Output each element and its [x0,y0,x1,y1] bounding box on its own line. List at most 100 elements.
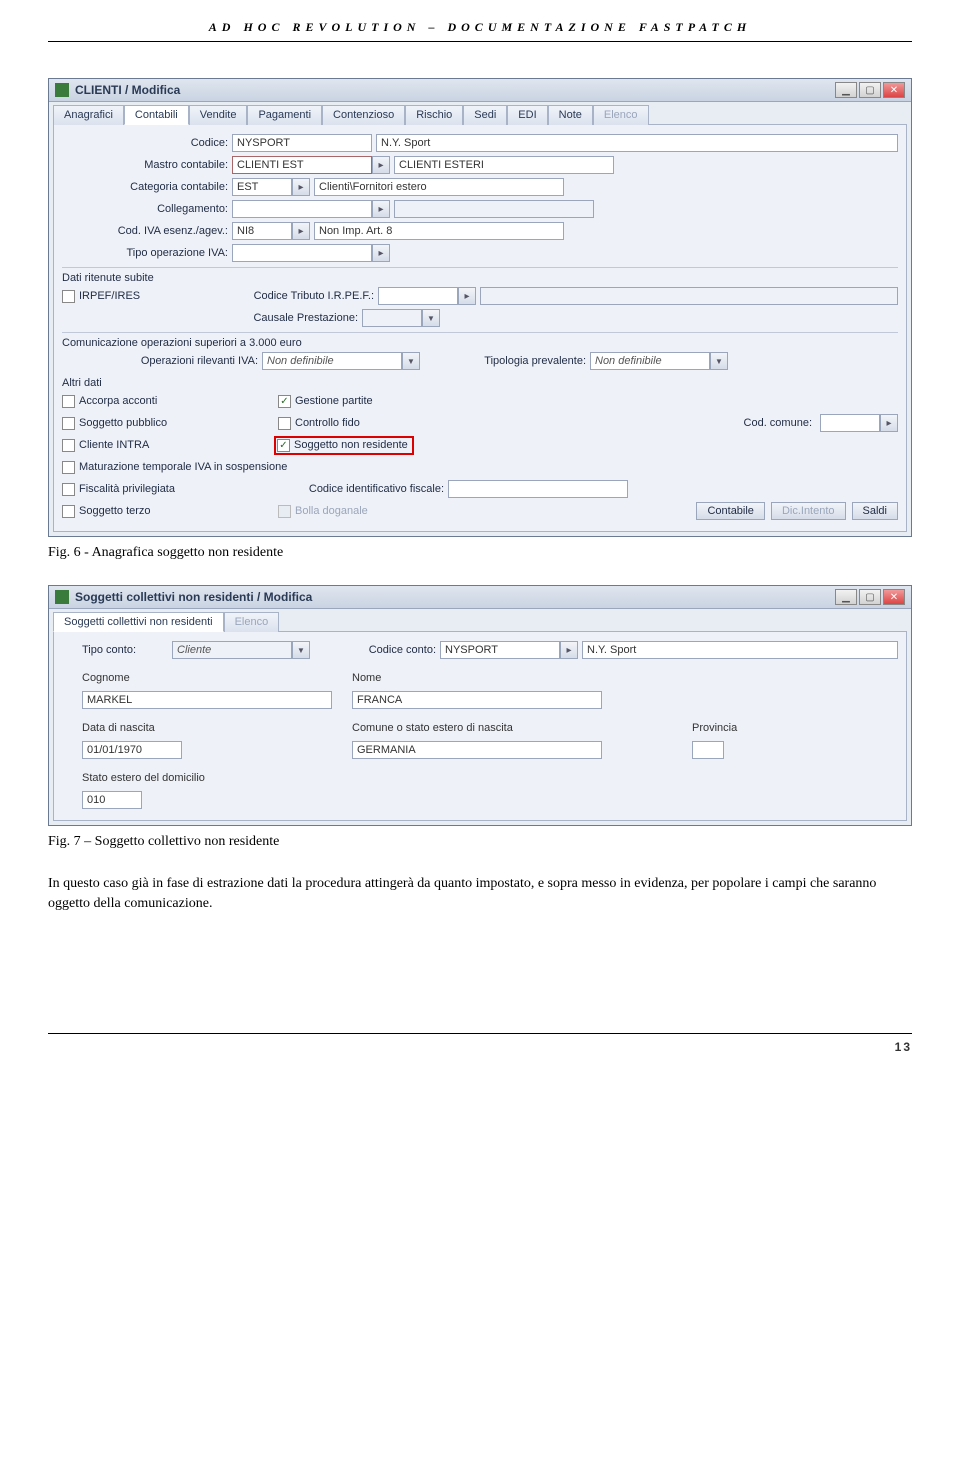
label-codiceconto: Codice conto: [350,644,440,656]
fiscpriv-label: Fiscalità privilegiata [79,483,175,495]
codice-desc: N.Y. Sport [376,134,898,152]
label-categoria: Categoria contabile: [62,181,232,193]
codiceconto-desc: N.Y. Sport [582,641,898,659]
label-codiva: Cod. IVA esenz./agev.: [62,225,232,237]
tab-vendite[interactable]: Vendite [189,105,248,125]
mastro-lookup[interactable]: ▸ [372,156,390,174]
saldi-button[interactable]: Saldi [852,502,898,520]
codcomune-input[interactable] [820,414,880,432]
codiceconto-input[interactable]: NYSPORT [440,641,560,659]
oprilevanti-select[interactable]: Non definibile [262,352,402,370]
codcomune-lookup[interactable]: ▸ [880,414,898,432]
causale-input[interactable] [362,309,422,327]
accorpa-checkbox[interactable]: Accorpa acconti [62,395,262,408]
tab-elenco[interactable]: Elenco [593,105,649,125]
body-paragraph: In questo caso già in fase di estrazione… [48,874,912,913]
section-ritenute: Dati ritenute subite [62,267,898,284]
nome-input[interactable]: FRANCA [352,691,602,709]
window-title: CLIENTI / Modifica [75,83,180,97]
datanascita-input[interactable]: 01/01/1970 [82,741,182,759]
label-codtrib: Codice Tributo I.R.PE.F.: [238,290,378,302]
tabstrip-2: Soggetti collettivi non residenti Elenco [49,609,911,631]
fido-checkbox[interactable]: Controllo fido [278,417,498,430]
tipoop-lookup[interactable]: ▸ [372,244,390,262]
contabile-button[interactable]: Contabile [696,502,764,520]
tab-note[interactable]: Note [548,105,593,125]
tipoprev-select[interactable]: Non definibile [590,352,710,370]
titlebar: CLIENTI / Modifica ▁ ▢ ✕ [49,79,911,102]
tipoconto-dropdown[interactable]: ▼ [292,641,310,659]
label-statoestero: Stato estero del domicilio [82,772,205,784]
label-tipoconto: Tipo conto: [82,644,172,656]
codidfisc-input[interactable] [448,480,628,498]
codiceconto-lookup[interactable]: ▸ [560,641,578,659]
tab-edi[interactable]: EDI [507,105,547,125]
provincia-input[interactable] [692,741,724,759]
label-oprilevanti: Operazioni rilevanti IVA: [62,355,262,367]
maximize-button[interactable]: ▢ [859,82,881,98]
mastro-input[interactable]: CLIENTI EST [232,156,372,174]
tab-contenzioso[interactable]: Contenzioso [322,105,405,125]
section-altri: Altri dati [62,377,898,389]
tab-sedi[interactable]: Sedi [463,105,507,125]
tab-panel-contabili: Codice: NYSPORT N.Y. Sport Mastro contab… [53,124,907,532]
tipoop-input[interactable] [232,244,372,262]
gestione-checkbox[interactable]: ✓Gestione partite [278,395,498,408]
tab-contabili[interactable]: Contabili [124,105,189,125]
comunenascita-input[interactable]: GERMANIA [352,741,602,759]
dicintento-button[interactable]: Dic.Intento [771,502,846,520]
label-codidfisc: Codice identificativo fiscale: [278,483,448,495]
codiva-input[interactable]: NI8 [232,222,292,240]
label-provincia: Provincia [692,722,737,734]
categoria-input[interactable]: EST [232,178,292,196]
codice-input[interactable]: NYSPORT [232,134,372,152]
statoestero-input[interactable]: 010 [82,791,142,809]
fiscpriv-checkbox[interactable]: Fiscalità privilegiata [62,483,262,496]
codiva-lookup[interactable]: ▸ [292,222,310,240]
bolla-label: Bolla doganale [295,505,368,517]
close-button-2[interactable]: ✕ [883,589,905,605]
tab-pagamenti[interactable]: Pagamenti [247,105,322,125]
section-com3000: Comunicazione operazioni superiori a 3.0… [62,332,898,349]
maximize-button-2[interactable]: ▢ [859,589,881,605]
app-icon [55,83,69,97]
collegamento-input[interactable] [232,200,372,218]
cognome-input[interactable]: MARKEL [82,691,332,709]
tab-anagrafici[interactable]: Anagrafici [53,105,124,125]
tab-rischio[interactable]: Rischio [405,105,463,125]
codtrib-input[interactable] [378,287,458,305]
window-soggetti-collettivi: Soggetti collettivi non residenti / Modi… [48,585,912,826]
app-icon-2 [55,590,69,604]
tab-elenco-2[interactable]: Elenco [224,612,280,632]
irpef-checkbox[interactable]: IRPEF/IRES [62,290,222,303]
codtrib-lookup[interactable]: ▸ [458,287,476,305]
minimize-button-2[interactable]: ▁ [835,589,857,605]
soggterzo-label: Soggetto terzo [79,505,151,517]
window-clienti-modifica: CLIENTI / Modifica ▁ ▢ ✕ Anagrafici Cont… [48,78,912,537]
minimize-button[interactable]: ▁ [835,82,857,98]
gestione-label: Gestione partite [295,395,373,407]
categoria-lookup[interactable]: ▸ [292,178,310,196]
soggterzo-checkbox[interactable]: Soggetto terzo [62,505,262,518]
tipoconto-select[interactable]: Cliente [172,641,292,659]
codiva-desc: Non Imp. Art. 8 [314,222,564,240]
label-cognome: Cognome [82,672,352,684]
figure-7-caption: Fig. 7 – Soggetto collettivo non residen… [48,834,912,850]
maturazione-label: Maturazione temporale IVA in sospensione [79,461,287,473]
close-button[interactable]: ✕ [883,82,905,98]
maturazione-checkbox[interactable]: Maturazione temporale IVA in sospensione [62,461,482,474]
collegamento-lookup[interactable]: ▸ [372,200,390,218]
figure-6-caption: Fig. 6 - Anagrafica soggetto non residen… [48,545,912,561]
tab-soggetti[interactable]: Soggetti collettivi non residenti [53,612,224,632]
causale-dropdown[interactable]: ▼ [422,309,440,327]
label-datanascita: Data di nascita [82,722,352,734]
label-codice: Codice: [62,137,232,149]
oprilevanti-dropdown[interactable]: ▼ [402,352,420,370]
clienteintra-checkbox[interactable]: Cliente INTRA [62,439,258,452]
soggpub-checkbox[interactable]: Soggetto pubblico [62,417,262,430]
panel-soggetti: Tipo conto: Cliente ▼ Codice conto: NYSP… [53,631,907,821]
fido-label: Controllo fido [295,417,360,429]
soggnonres-checkbox[interactable]: ✓Soggetto non residente [274,436,414,455]
tipoprev-dropdown[interactable]: ▼ [710,352,728,370]
label-codcomune: Cod. comune: [744,417,816,429]
